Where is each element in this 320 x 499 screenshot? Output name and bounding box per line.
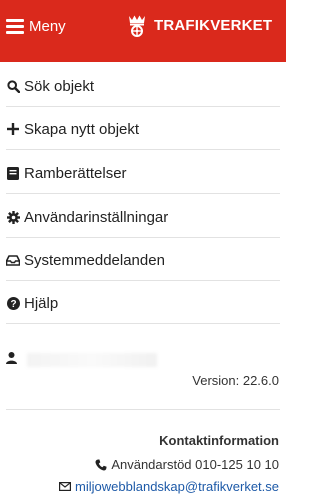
plus-icon	[6, 122, 20, 136]
gear-icon	[6, 210, 20, 224]
nav-item-label: Skapa nytt objekt	[24, 120, 140, 138]
trafikverket-logo[interactable]: TRAFIKVERKET	[126, 11, 272, 39]
nav-item-ramberattelser[interactable]: Ramberättelser	[6, 153, 280, 194]
hamburger-icon	[6, 18, 24, 34]
contact-phone: Användarstöd 010-125 10 10	[95, 457, 279, 472]
version-text: Version: 22.6.0	[192, 373, 279, 388]
divider	[6, 409, 280, 410]
redacted-user-name	[27, 353, 157, 367]
nav-item-anvandarinstallningar[interactable]: Användarinställningar	[6, 197, 280, 238]
contact-email-text: miljowebblandskap@trafikverket.se	[75, 479, 279, 494]
nav-item-label: Hjälp	[24, 294, 59, 312]
question-circle-icon: ?	[6, 296, 20, 310]
contact-email-link[interactable]: miljowebblandskap@trafikverket.se	[59, 479, 279, 494]
nav-item-systemmeddelanden[interactable]: Systemmeddelanden	[6, 240, 280, 281]
brand-name: TRAFIKVERKET	[154, 16, 273, 34]
nav-item-hjalp[interactable]: ? Hjälp	[6, 283, 280, 324]
crown-wheel-logo-icon	[129, 15, 145, 37]
user-icon	[6, 351, 17, 369]
menu-button[interactable]: Meny	[6, 14, 66, 38]
svg-text:?: ?	[10, 299, 16, 310]
menu-label: Meny	[29, 17, 66, 35]
phone-icon	[95, 458, 107, 471]
top-header: Meny TRAFIKVERKET	[0, 0, 286, 62]
nav-item-label: Systemmeddelanden	[24, 251, 165, 269]
user-info	[6, 348, 280, 372]
nav-item-sok-objekt[interactable]: Sök objekt	[6, 66, 280, 107]
nav-item-label: Sök objekt	[24, 77, 95, 95]
book-icon	[6, 166, 20, 180]
envelope-icon	[59, 482, 72, 491]
contact-phone-text: Användarstöd 010-125 10 10	[111, 457, 279, 472]
nav-item-skapa-nytt-objekt[interactable]: Skapa nytt objekt	[6, 109, 280, 150]
nav-item-label: Ramberättelser	[24, 164, 127, 182]
inbox-icon	[6, 253, 20, 267]
nav-item-label: Användarinställningar	[24, 208, 169, 226]
contact-title: Kontaktinformation	[159, 433, 279, 448]
search-icon	[6, 79, 20, 93]
